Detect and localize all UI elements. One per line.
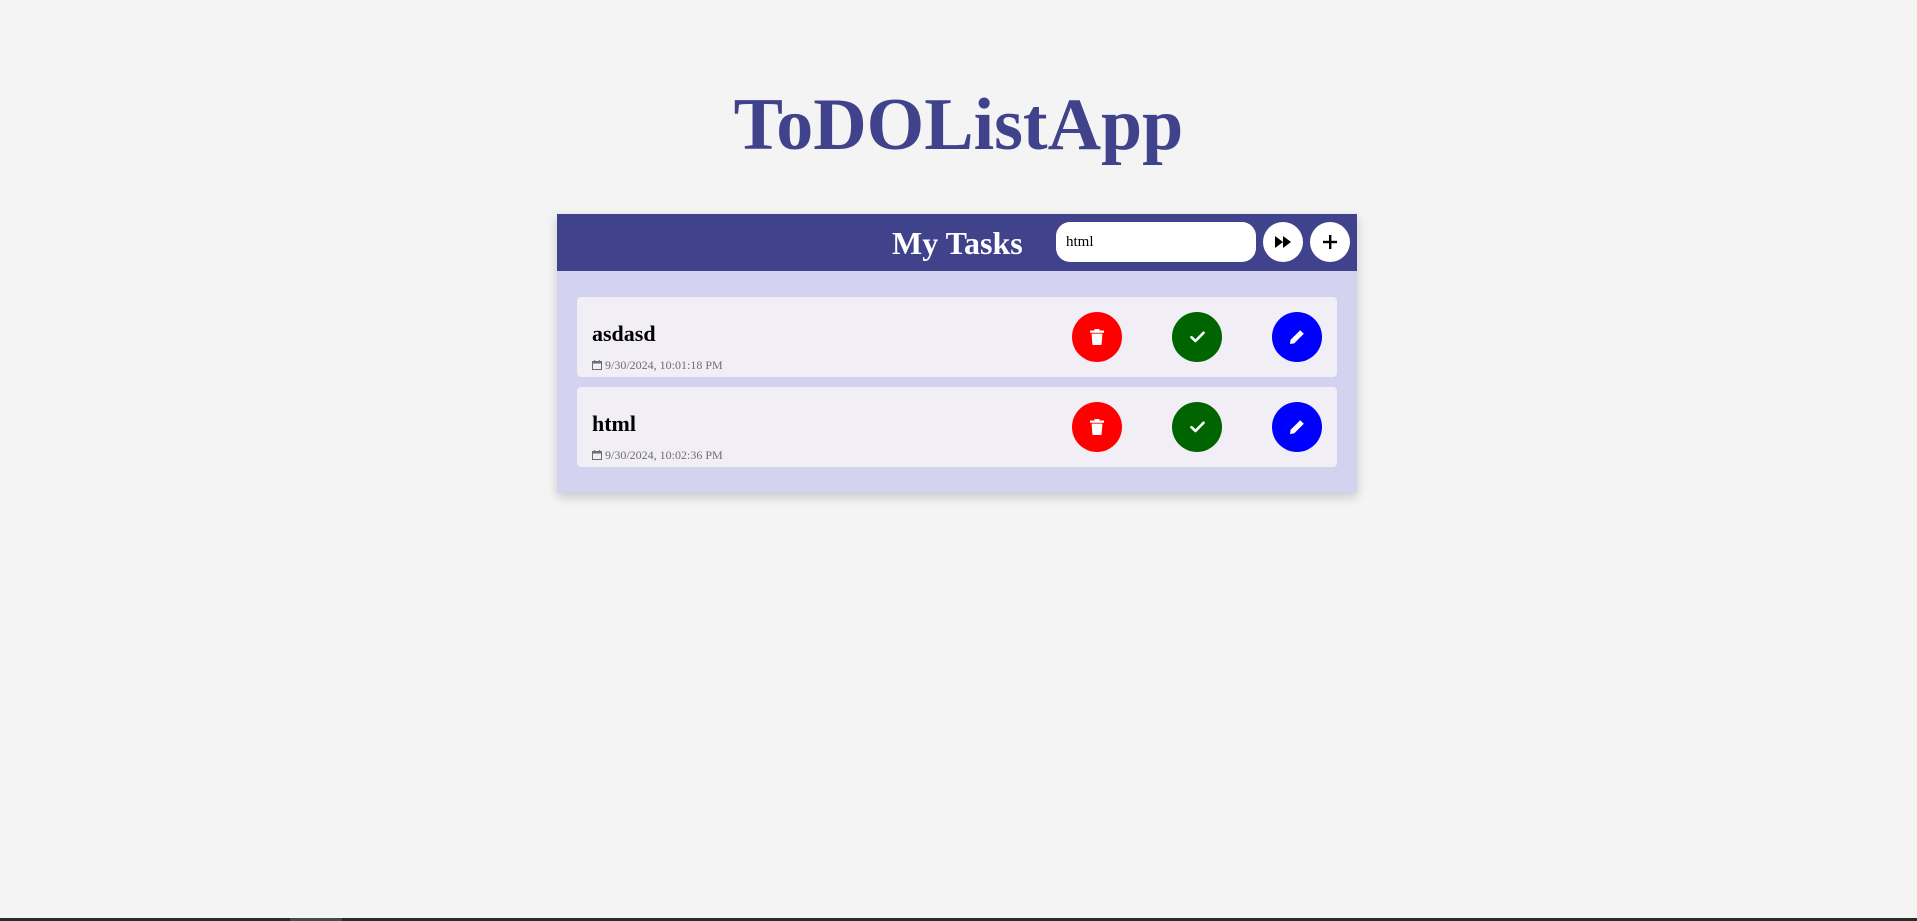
check-icon [1189,421,1205,433]
fast-forward-button[interactable] [1263,222,1303,262]
calendar-icon [592,360,602,370]
plus-icon [1323,235,1337,249]
task-date-text: 9/30/2024, 10:02:36 PM [605,448,723,462]
edit-task-button[interactable] [1272,402,1322,452]
delete-task-button[interactable] [1072,312,1122,362]
pencil-icon [1290,420,1304,434]
complete-task-button[interactable] [1172,402,1222,452]
trash-icon [1090,329,1104,345]
task-date-text: 9/30/2024, 10:01:18 PM [605,358,723,372]
edit-task-button[interactable] [1272,312,1322,362]
tasks-header-title: My Tasks [892,225,1023,261]
task-item: html 9/30/2024, 10:02:36 PM [577,387,1337,467]
task-name: asdasd [592,321,656,346]
task-date: 9/30/2024, 10:01:18 PM [592,358,723,372]
task-item: asdasd 9/30/2024, 10:01:18 PM [577,297,1337,377]
app-title: ToDOListApp [733,84,1184,166]
complete-task-button[interactable] [1172,312,1222,362]
fast-forward-icon [1275,236,1291,248]
delete-task-button[interactable] [1072,402,1122,452]
tasks-header: My Tasks [557,214,1357,271]
calendar-icon [592,450,602,460]
task-list: asdasd 9/30/2024, 10:01:18 PM html 9/30/… [577,297,1337,477]
task-name: html [592,411,636,436]
task-date: 9/30/2024, 10:02:36 PM [592,448,723,462]
pencil-icon [1290,330,1304,344]
tasks-card: My Tasks asdasd [557,214,1357,493]
check-icon [1189,331,1205,343]
trash-icon [1090,419,1104,435]
task-input[interactable] [1056,222,1256,262]
add-task-button[interactable] [1310,222,1350,262]
